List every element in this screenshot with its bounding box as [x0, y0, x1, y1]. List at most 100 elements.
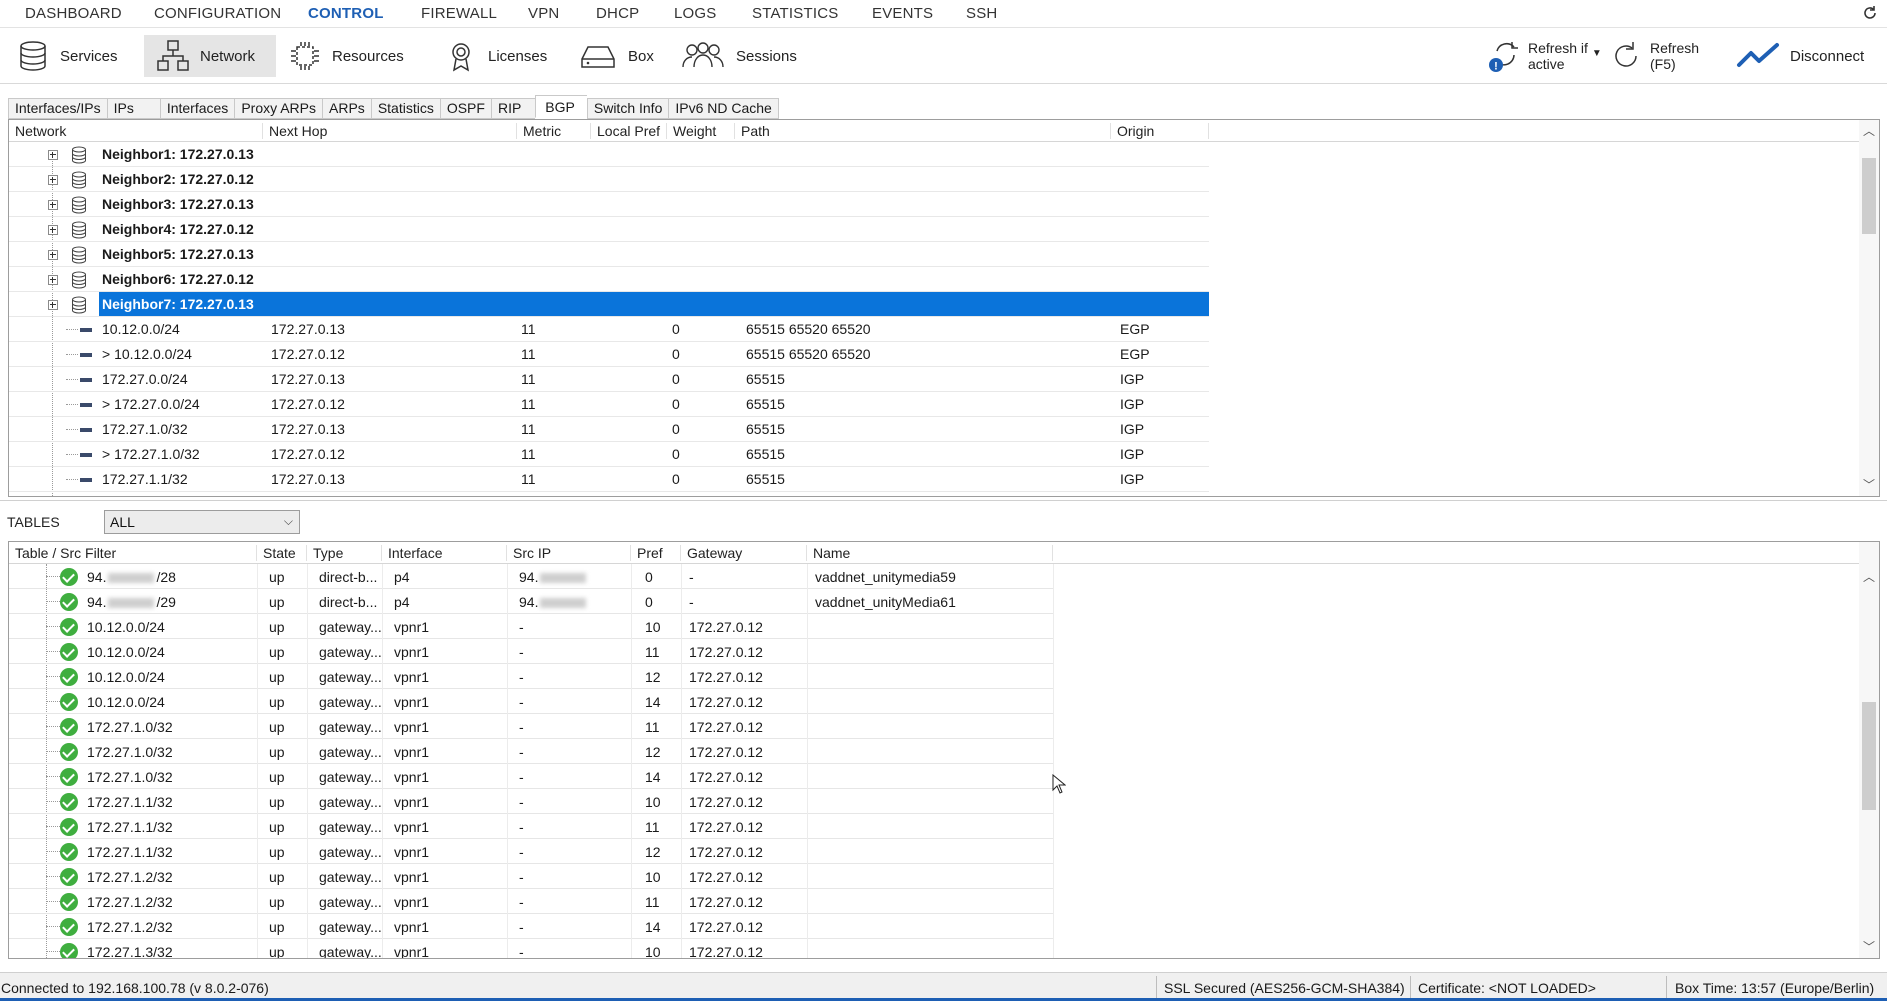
bgp-route-row[interactable]: > 10.12.0.0/24 172.27.0.12 11 0 65515 65520 …: [9, 342, 1209, 367]
bgp-neighbor-row[interactable]: Neighbor1: 172.27.0.13: [9, 142, 1209, 167]
scroll-thumb[interactable]: [1862, 158, 1876, 234]
refresh-if-active-button[interactable]: ! Refresh if active ▼: [1476, 35, 1614, 77]
table-row[interactable]: 172.27.1.2/32 up gateway... vpnr1 - 14 172.27.…: [9, 914, 1054, 939]
table-row[interactable]: 172.27.1.0/32 up gateway... vpnr1 - 11 172.27.…: [9, 714, 1054, 739]
col-gateway[interactable]: Gateway: [681, 545, 807, 561]
col-src-ip[interactable]: Src IP: [507, 545, 631, 561]
bgp-neighbor-row[interactable]: Neighbor3: 172.27.0.13: [9, 192, 1209, 217]
tab-interfaces[interactable]: Interfaces: [159, 98, 235, 119]
col-local-pref[interactable]: Local Pref: [591, 123, 667, 139]
col-pref[interactable]: Pref: [631, 545, 681, 561]
licenses-button[interactable]: Licenses: [432, 35, 559, 77]
tab-bgp[interactable]: BGP: [535, 95, 587, 118]
cell-src-ip: -: [519, 794, 524, 810]
expand-icon[interactable]: [48, 225, 58, 235]
table-row[interactable]: 94. /28 up direct-b... p4 94. 0 - vaddnet_unitym…: [9, 564, 1054, 589]
col-metric[interactable]: Metric: [517, 123, 591, 139]
table-row[interactable]: 172.27.1.0/32 up gateway... vpnr1 - 14 172.27.…: [9, 764, 1054, 789]
table-row[interactable]: 10.12.0.0/24 up gateway... vpnr1 - 10 172.27.0…: [9, 614, 1054, 639]
nav-dashboard[interactable]: DASHBOARD: [25, 5, 122, 22]
table-row[interactable]: 172.27.1.3/32 up gateway... vpnr1 - 10 172.27.…: [9, 939, 1054, 958]
box-button[interactable]: Box: [566, 35, 666, 77]
scroll-up-icon[interactable]: ︿: [1863, 125, 1875, 137]
scroll-thumb[interactable]: [1862, 702, 1876, 810]
tab-rip[interactable]: RIP: [490, 98, 536, 119]
expand-icon[interactable]: [48, 275, 58, 285]
network-button[interactable]: Network: [144, 35, 276, 77]
refresh-button[interactable]: Refresh (F5): [1598, 35, 1711, 77]
expand-icon[interactable]: [48, 150, 58, 160]
expand-icon[interactable]: [48, 200, 58, 210]
bgp-route-row[interactable]: > 172.27.0.0/24 172.27.0.12 11 0 65515 IGP: [9, 392, 1209, 417]
bgp-neighbor-row[interactable]: Neighbor5: 172.27.0.13: [9, 242, 1209, 267]
col-path[interactable]: Path: [735, 123, 1111, 139]
col-origin[interactable]: Origin: [1111, 123, 1209, 139]
expand-icon[interactable]: [48, 250, 58, 260]
tab-ipv6-nd-cache[interactable]: IPv6 ND Cache: [668, 98, 779, 119]
col-type[interactable]: Type: [307, 545, 382, 561]
bgp-route-row[interactable]: > 172.27.1.0/32 172.27.0.12 11 0 65515 IGP: [9, 442, 1209, 467]
col-weight[interactable]: Weight: [667, 123, 735, 139]
tab-interfaces-ips[interactable]: Interfaces/IPs: [8, 98, 107, 119]
scroll-down-icon[interactable]: ﹀: [1863, 941, 1875, 953]
scroll-down-icon[interactable]: ﹀: [1863, 479, 1875, 491]
table-row[interactable]: 172.27.1.0/32 up gateway... vpnr1 - 12 172.27.…: [9, 739, 1054, 764]
expand-icon[interactable]: [48, 175, 58, 185]
nav-vpn[interactable]: VPN: [528, 5, 559, 22]
refresh-label: Refresh (F5): [1650, 40, 1699, 72]
network-subtabs: Interfaces/IPs IPs Interfaces Proxy ARPs…: [8, 95, 779, 119]
cell-gateway: 172.27.0.12: [689, 744, 763, 760]
nav-logs[interactable]: LOGS: [674, 5, 716, 22]
table-row[interactable]: 94. /29 up direct-b... p4 94. 0 - vaddnet_unityM…: [9, 589, 1054, 614]
nav-events[interactable]: EVENTS: [872, 5, 933, 22]
services-button[interactable]: Services: [4, 35, 130, 77]
col-name[interactable]: Name: [807, 545, 1053, 561]
table-row[interactable]: 172.27.1.2/32 up gateway... vpnr1 - 10 172.27.…: [9, 864, 1054, 889]
col-interface[interactable]: Interface: [382, 545, 507, 561]
table-row[interactable]: 172.27.1.1/32 up gateway... vpnr1 - 10 172.27.…: [9, 789, 1054, 814]
routes-scrollbar[interactable]: ︿ ﹀: [1859, 542, 1879, 958]
nav-statistics[interactable]: STATISTICS: [752, 5, 838, 22]
sessions-button[interactable]: Sessions: [668, 35, 809, 77]
col-next-hop[interactable]: Next Hop: [263, 123, 517, 139]
bgp-neighbor-row[interactable]: Neighbor2: 172.27.0.12: [9, 167, 1209, 192]
nav-configuration[interactable]: CONFIGURATION: [154, 5, 281, 22]
bgp-scrollbar[interactable]: ︿ ﹀: [1859, 120, 1879, 496]
table-row[interactable]: 172.27.1.2/32 up gateway... vpnr1 - 11 172.27.…: [9, 889, 1054, 914]
expand-icon[interactable]: [48, 300, 58, 310]
tab-arps[interactable]: ARPs: [322, 98, 371, 119]
table-row[interactable]: 10.12.0.0/24 up gateway... vpnr1 - 11 172.27.0…: [9, 639, 1054, 664]
col-table-src-filter[interactable]: Table / Src Filter: [9, 545, 257, 561]
tab-ospf[interactable]: OSPF: [439, 98, 491, 119]
tables-select[interactable]: ALL ⌵: [104, 510, 300, 534]
col-network[interactable]: Network: [9, 123, 263, 139]
column-divider: [382, 889, 383, 914]
nav-control[interactable]: CONTROL: [308, 5, 384, 22]
tab-switch-info[interactable]: Switch Info: [586, 98, 669, 119]
tab-statistics[interactable]: Statistics: [370, 98, 440, 119]
bgp-route-row[interactable]: 172.27.1.1/32 172.27.0.13 11 0 65515 IGP: [9, 467, 1209, 492]
bgp-neighbor-row-selected[interactable]: Neighbor7: 172.27.0.13: [9, 292, 1209, 317]
cell-value: gateway...: [319, 669, 382, 685]
table-row[interactable]: 172.27.1.1/32 up gateway... vpnr1 - 12 172.27.…: [9, 839, 1054, 864]
table-row[interactable]: 172.27.1.1/32 up gateway... vpnr1 - 11 172.27.…: [9, 814, 1054, 839]
col-state[interactable]: State: [257, 545, 307, 561]
bgp-route-row[interactable]: 172.27.0.0/24 172.27.0.13 11 0 65515 IGP: [9, 367, 1209, 392]
nav-dhcp[interactable]: DHCP: [596, 5, 639, 22]
scroll-up-icon[interactable]: ︿: [1863, 571, 1875, 583]
bgp-neighbor-row[interactable]: Neighbor6: 172.27.0.12: [9, 267, 1209, 292]
reload-icon[interactable]: [1861, 4, 1879, 22]
resources-button[interactable]: Resources: [276, 35, 416, 77]
bgp-route-row[interactable]: 172.27.1.0/32 172.27.0.13 11 0 65515 IGP: [9, 417, 1209, 442]
nav-firewall[interactable]: FIREWALL: [421, 5, 497, 22]
nav-ssh[interactable]: SSH: [966, 5, 997, 22]
disconnect-button[interactable]: Disconnect: [1724, 35, 1876, 77]
table-row[interactable]: 10.12.0.0/24 up gateway... vpnr1 - 14 172.27.0…: [9, 689, 1054, 714]
bgp-route-row[interactable]: 10.12.0.0/24 172.27.0.13 11 0 65515 65520 65…: [9, 317, 1209, 342]
tab-ips[interactable]: IPs: [106, 98, 160, 119]
bgp-neighbor-row[interactable]: Neighbor4: 172.27.0.12: [9, 217, 1209, 242]
tab-proxy-arps[interactable]: Proxy ARPs: [234, 98, 323, 119]
status-ok-icon: [60, 868, 78, 886]
table-row[interactable]: 10.12.0.0/24 up gateway... vpnr1 - 12 172.27.0…: [9, 664, 1054, 689]
cell-value: p4: [394, 594, 410, 610]
